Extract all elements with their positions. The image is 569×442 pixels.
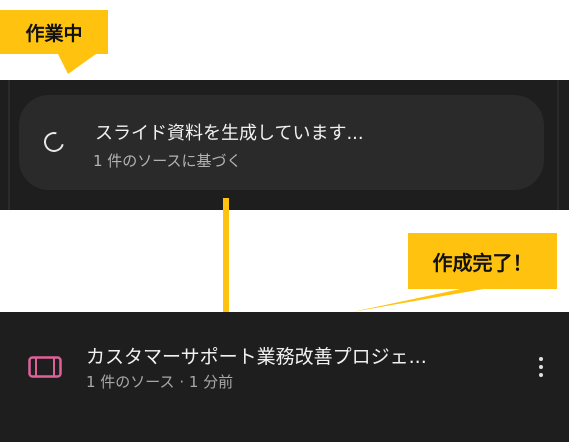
result-item-title: カスタマーサポート業務改善プロジェ... xyxy=(86,346,427,368)
result-panel: カスタマーサポート業務改善プロジェ... 1 件のソース · 1 分前 xyxy=(0,312,569,442)
callout-working-label: 作業中 xyxy=(25,22,83,45)
panel-edge-right xyxy=(557,80,559,210)
result-item-meta: 1 件のソース · 1 分前 xyxy=(86,373,234,391)
generating-panel: スライド資料を生成しています... 1 件のソースに基づく xyxy=(0,80,569,210)
generating-card: スライド資料を生成しています... 1 件のソースに基づく xyxy=(19,95,544,190)
generating-subtitle: 1 件のソースに基づく xyxy=(93,152,242,170)
callout-done: 作成完了！ xyxy=(408,233,557,289)
generating-title: スライド資料を生成しています... xyxy=(95,123,364,144)
panel-edge-left xyxy=(8,80,10,210)
transition-arrow xyxy=(223,198,229,328)
loading-spinner-icon xyxy=(40,128,68,156)
more-vert-icon[interactable] xyxy=(530,352,552,382)
callout-working: 作業中 xyxy=(0,10,108,74)
slides-icon xyxy=(28,356,62,378)
callout-done-label: 作成完了！ xyxy=(432,250,533,275)
